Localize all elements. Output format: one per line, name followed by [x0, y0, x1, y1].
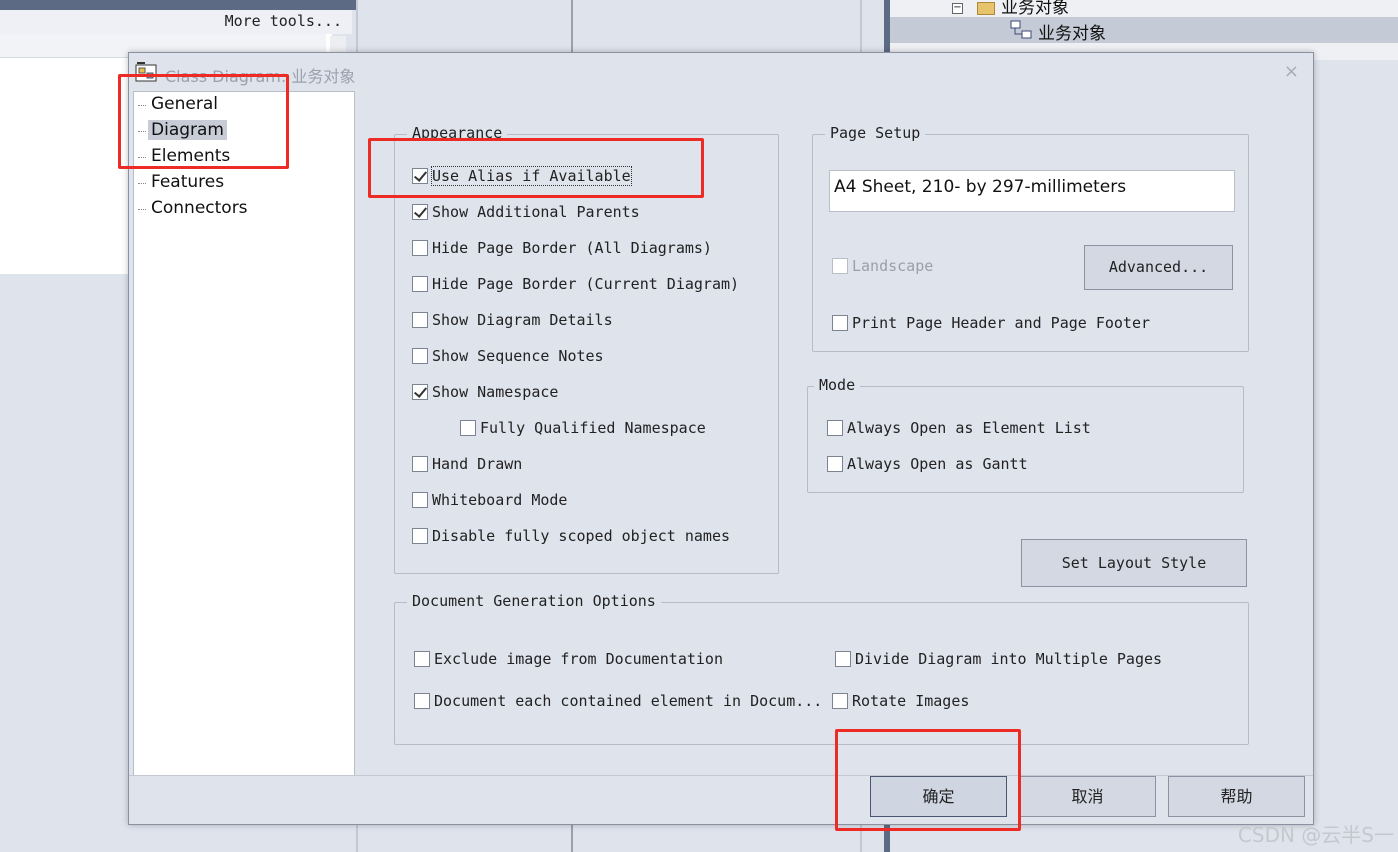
checkbox-box[interactable] [835, 651, 851, 667]
dialog-title: Class Diagram: 业务对象 [165, 67, 356, 86]
use-alias-checkbox[interactable]: Use Alias if Available [412, 166, 632, 186]
tree-item-label: 业务对象 [1038, 24, 1106, 44]
checkbox-box[interactable] [827, 420, 843, 436]
paper-size-field[interactable]: A4 Sheet, 210- by 297-millimeters [829, 170, 1235, 212]
close-icon[interactable]: × [1284, 61, 1299, 82]
disable-scoped-names-checkbox[interactable]: Disable fully scoped object names [412, 527, 730, 545]
open-as-gantt-checkbox[interactable]: Always Open as Gantt [827, 455, 1028, 473]
advanced-button[interactable]: Advanced... [1084, 245, 1233, 290]
fully-qualified-namespace-checkbox[interactable]: Fully Qualified Namespace [460, 419, 706, 437]
checkbox-box[interactable] [460, 420, 476, 436]
hide-page-border-all-checkbox[interactable]: Hide Page Border (All Diagrams) [412, 239, 712, 257]
checkbox-box[interactable] [412, 276, 428, 292]
checkbox-box[interactable] [412, 240, 428, 256]
hand-drawn-checkbox[interactable]: Hand Drawn [412, 455, 522, 473]
checkbox-box[interactable] [832, 315, 848, 331]
watermark: CSDN @云半S一 [1237, 823, 1394, 847]
checkbox-box[interactable] [412, 492, 428, 508]
show-sequence-notes-checkbox[interactable]: Show Sequence Notes [412, 347, 604, 365]
checkbox-box[interactable] [412, 528, 428, 544]
checkbox-box[interactable] [412, 384, 428, 400]
hide-page-border-current-checkbox[interactable]: Hide Page Border (Current Diagram) [412, 275, 739, 293]
class-diagram-icon [135, 62, 157, 82]
class-diagram-icon [1010, 20, 1032, 39]
checkbox-box[interactable] [832, 693, 848, 709]
whiteboard-mode-checkbox[interactable]: Whiteboard Mode [412, 491, 567, 509]
set-layout-style-button[interactable]: Set Layout Style [1021, 539, 1247, 587]
exclude-image-checkbox[interactable]: Exclude image from Documentation [414, 650, 723, 668]
nav-item-connectors[interactable]: Connectors [138, 198, 251, 218]
tree-item-label: 业务对象 [1001, 0, 1069, 18]
print-header-footer-checkbox[interactable]: Print Page Header and Page Footer [832, 314, 1150, 332]
help-button[interactable]: 帮助 [1168, 776, 1305, 817]
nav-item-diagram[interactable]: Diagram [138, 120, 227, 140]
group-title: Document Generation Options [407, 592, 661, 610]
divide-diagram-checkbox[interactable]: Divide Diagram into Multiple Pages [835, 650, 1162, 668]
more-tools-link[interactable]: More tools... [0, 10, 352, 34]
collapse-icon[interactable]: − [952, 2, 963, 14]
checkbox-box[interactable] [412, 348, 428, 364]
document-generation-group: Document Generation Options [394, 592, 1249, 745]
checkbox-box[interactable] [412, 312, 428, 328]
category-tree: General Diagram Elements Features Connec… [133, 91, 355, 776]
class-diagram-properties-dialog: Class Diagram: 业务对象 × General Diagram El… [128, 52, 1314, 825]
nav-item-elements[interactable]: Elements [137, 146, 233, 166]
rotate-images-checkbox[interactable]: Rotate Images [832, 692, 969, 710]
show-namespace-checkbox[interactable]: Show Namespace [412, 383, 558, 401]
bg-toolbar-strip [0, 0, 358, 10]
landscape-checkbox[interactable]: Landscape [832, 257, 933, 275]
open-as-element-list-checkbox[interactable]: Always Open as Element List [827, 419, 1091, 437]
tree-item-package[interactable]: − 业务对象 [952, 0, 1069, 18]
checkbox-box[interactable] [414, 693, 430, 709]
checkbox-box[interactable] [827, 456, 843, 472]
show-additional-parents-checkbox[interactable]: Show Additional Parents [412, 203, 640, 221]
group-title: Appearance [407, 124, 508, 142]
checkbox-box[interactable] [412, 168, 428, 184]
group-title: Mode [814, 376, 861, 394]
nav-item-general[interactable]: General [138, 94, 221, 114]
checkbox-box[interactable] [412, 456, 428, 472]
folder-icon [977, 1, 995, 15]
mode-group: Mode [807, 376, 1244, 493]
ok-button[interactable]: 确定 [870, 776, 1007, 817]
dialog-titlebar[interactable]: Class Diagram: 业务对象 × [129, 53, 1313, 91]
show-diagram-details-checkbox[interactable]: Show Diagram Details [412, 311, 613, 329]
checkbox-box[interactable] [414, 651, 430, 667]
cancel-button[interactable]: 取消 [1019, 776, 1156, 817]
document-each-element-checkbox[interactable]: Document each contained element in Docum… [414, 692, 822, 710]
nav-item-features[interactable]: Features [137, 172, 227, 192]
group-title: Page Setup [825, 124, 926, 142]
checkbox-box[interactable] [832, 258, 848, 274]
checkbox-box[interactable] [412, 204, 428, 220]
tree-item-selected[interactable]: 业务对象 [890, 17, 1398, 44]
